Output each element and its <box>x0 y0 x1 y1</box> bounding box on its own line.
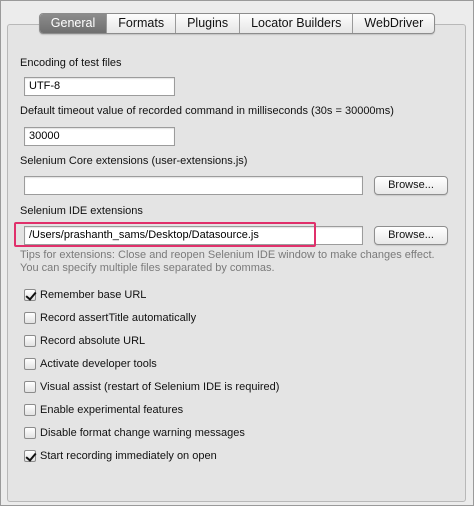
tips-line-2: You can specify multiple files separated… <box>20 262 275 274</box>
option-label: Visual assist (restart of Selenium IDE i… <box>40 381 280 393</box>
ide-extensions-browse-button[interactable]: Browse... <box>374 226 448 245</box>
checkbox-unchecked-icon[interactable] <box>24 381 36 393</box>
tab-plugins[interactable]: Plugins <box>175 14 239 33</box>
option-experimental-features[interactable]: Enable experimental features <box>24 402 183 418</box>
option-label: Activate developer tools <box>40 358 157 370</box>
tab-locator-builders[interactable]: Locator Builders <box>239 14 352 33</box>
checkbox-unchecked-icon[interactable] <box>24 427 36 439</box>
tab-bar: General Formats Plugins Locator Builders… <box>1 13 473 34</box>
option-activate-developer-tools[interactable]: Activate developer tools <box>24 356 157 372</box>
option-record-absolute-url[interactable]: Record absolute URL <box>24 333 145 349</box>
core-extensions-browse-button[interactable]: Browse... <box>374 176 448 195</box>
options-window: General Formats Plugins Locator Builders… <box>0 0 474 506</box>
option-visual-assist[interactable]: Visual assist (restart of Selenium IDE i… <box>24 379 279 395</box>
encoding-label: Encoding of test files <box>20 57 122 69</box>
option-record-asserttitle[interactable]: Record assertTitle automatically <box>24 310 196 326</box>
option-start-recording-on-open[interactable]: Start recording immediately on open <box>24 448 217 464</box>
encoding-field[interactable]: UTF-8 <box>24 77 175 96</box>
option-label: Disable format change warning messages <box>40 427 245 439</box>
core-extensions-field[interactable] <box>24 176 363 195</box>
checkbox-unchecked-icon[interactable] <box>24 358 36 370</box>
ide-extensions-highlight-box <box>14 222 316 247</box>
timeout-label: Default timeout value of recorded comman… <box>20 105 394 117</box>
core-extensions-label: Selenium Core extensions (user-extension… <box>20 155 248 167</box>
checkbox-unchecked-icon[interactable] <box>24 312 36 324</box>
tab-formats[interactable]: Formats <box>106 14 175 33</box>
tab-general[interactable]: General <box>39 14 107 33</box>
checkbox-unchecked-icon[interactable] <box>24 404 36 416</box>
tab-group: General Formats Plugins Locator Builders… <box>38 13 436 34</box>
tab-webdriver[interactable]: WebDriver <box>352 14 434 33</box>
checkbox-checked-icon[interactable] <box>24 289 36 301</box>
option-label: Start recording immediately on open <box>40 450 217 462</box>
timeout-field[interactable]: 30000 <box>24 127 175 146</box>
option-label: Record absolute URL <box>40 335 146 347</box>
option-label: Record assertTitle automatically <box>40 312 197 324</box>
option-label: Remember base URL <box>40 289 147 301</box>
tips-line-1: Tips for extensions: Close and reopen Se… <box>20 249 435 261</box>
option-remember-base-url[interactable]: Remember base URL <box>24 287 146 303</box>
option-label: Enable experimental features <box>40 404 184 416</box>
option-disable-format-warning[interactable]: Disable format change warning messages <box>24 425 245 441</box>
checkbox-unchecked-icon[interactable] <box>24 335 36 347</box>
ide-extensions-label: Selenium IDE extensions <box>20 205 143 217</box>
extensions-tips: Tips for extensions: Close and reopen Se… <box>20 249 460 275</box>
checkbox-checked-icon[interactable] <box>24 450 36 462</box>
